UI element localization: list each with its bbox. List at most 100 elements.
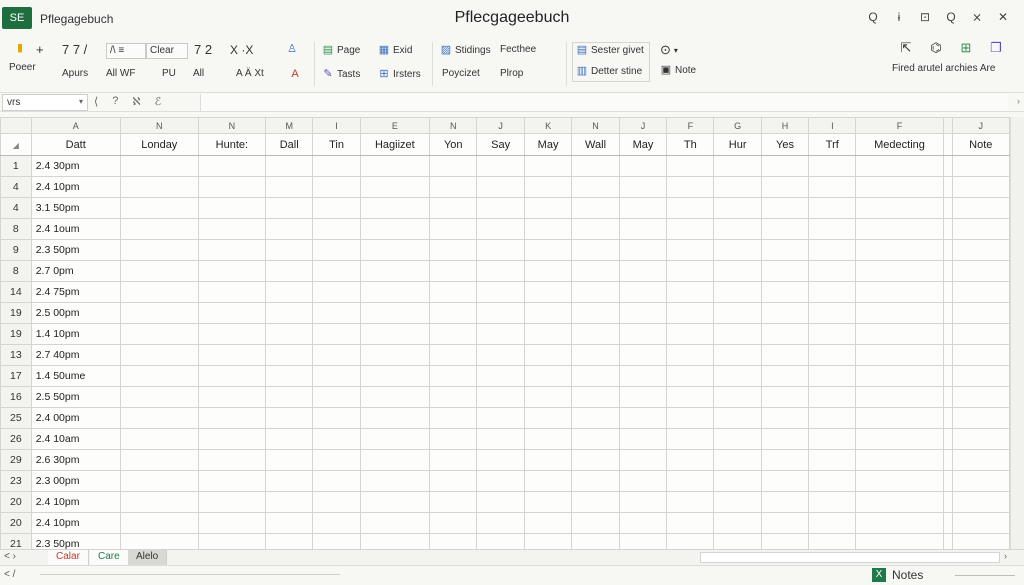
- cell[interactable]: [429, 449, 478, 471]
- cell[interactable]: [666, 218, 715, 240]
- cell[interactable]: [760, 323, 810, 345]
- cell[interactable]: [618, 323, 668, 345]
- cell[interactable]: [476, 197, 525, 219]
- cell[interactable]: [855, 302, 944, 324]
- cell[interactable]: [808, 176, 857, 198]
- cell[interactable]: [197, 218, 266, 240]
- cell[interactable]: [951, 218, 1010, 240]
- header-cell[interactable]: Yon: [429, 133, 478, 156]
- cell[interactable]: [264, 344, 314, 366]
- cell[interactable]: [942, 323, 953, 345]
- cell[interactable]: [713, 281, 762, 303]
- cell[interactable]: [476, 533, 525, 549]
- cell[interactable]: [808, 260, 857, 282]
- sester-givet-button[interactable]: ▤ Sester givet: [576, 44, 644, 56]
- cell[interactable]: [618, 386, 668, 408]
- font-color-icon[interactable]: A: [289, 68, 301, 80]
- cell[interactable]: [951, 470, 1010, 492]
- cell[interactable]: [523, 470, 573, 492]
- cell[interactable]: [942, 533, 953, 549]
- cell[interactable]: [359, 239, 431, 261]
- row-number[interactable]: 13: [0, 344, 32, 366]
- cell[interactable]: [197, 344, 266, 366]
- time-cell[interactable]: 2.4 10pm: [30, 512, 121, 534]
- cell[interactable]: [476, 323, 525, 345]
- chevron-down-icon[interactable]: ▾: [79, 97, 83, 106]
- cell[interactable]: [476, 491, 525, 513]
- cell[interactable]: [264, 155, 314, 177]
- cell[interactable]: [855, 533, 944, 549]
- header-cell[interactable]: May: [618, 133, 668, 156]
- cell[interactable]: [942, 365, 953, 387]
- cell[interactable]: [808, 302, 857, 324]
- cell[interactable]: [312, 386, 361, 408]
- cell[interactable]: [571, 428, 620, 450]
- cell[interactable]: [359, 260, 431, 282]
- tab-calar[interactable]: Calar: [48, 550, 89, 565]
- cell[interactable]: [312, 155, 361, 177]
- function-icon[interactable]: ℵ: [132, 95, 140, 108]
- exid-button[interactable]: ▦ Exid: [378, 44, 413, 56]
- cell[interactable]: [808, 323, 857, 345]
- cell[interactable]: [855, 365, 944, 387]
- cell[interactable]: [618, 197, 668, 219]
- formula-expand-icon[interactable]: ›: [1017, 96, 1020, 106]
- cell[interactable]: [119, 176, 199, 198]
- stidings-button[interactable]: ▨ Stidings: [440, 44, 491, 56]
- header-cell[interactable]: Trf: [808, 133, 857, 156]
- cell[interactable]: [119, 470, 199, 492]
- cell[interactable]: [359, 218, 431, 240]
- cell[interactable]: [359, 428, 431, 450]
- cell[interactable]: [571, 323, 620, 345]
- header-cell[interactable]: Say: [476, 133, 525, 156]
- cell[interactable]: [713, 218, 762, 240]
- cell[interactable]: [808, 365, 857, 387]
- cell[interactable]: [429, 512, 478, 534]
- cell[interactable]: [119, 281, 199, 303]
- cell[interactable]: [571, 218, 620, 240]
- cell[interactable]: [523, 302, 573, 324]
- column-letter[interactable]: G: [713, 117, 762, 134]
- cell[interactable]: [951, 344, 1010, 366]
- cell[interactable]: [942, 197, 953, 219]
- cell[interactable]: [808, 197, 857, 219]
- cell[interactable]: [760, 176, 810, 198]
- cell[interactable]: [760, 302, 810, 324]
- cell[interactable]: [359, 344, 431, 366]
- time-cell[interactable]: 1.4 50ume: [30, 365, 121, 387]
- column-letter[interactable]: A: [30, 117, 121, 134]
- row-number[interactable]: 19: [0, 323, 32, 345]
- cell[interactable]: [666, 512, 715, 534]
- cell[interactable]: [359, 449, 431, 471]
- select-all-corner[interactable]: [0, 117, 32, 134]
- cell[interactable]: [571, 365, 620, 387]
- time-cell[interactable]: 2.4 75pm: [30, 281, 121, 303]
- cell[interactable]: [666, 323, 715, 345]
- row-number[interactable]: 8: [0, 260, 32, 282]
- header-cell[interactable]: Yes: [760, 133, 810, 156]
- cell[interactable]: [855, 197, 944, 219]
- tab-care[interactable]: Care: [90, 550, 129, 565]
- share-icon[interactable]: ⇱: [898, 41, 914, 58]
- person-icon[interactable]: ♙: [286, 43, 298, 55]
- header-cell[interactable]: May: [523, 133, 573, 156]
- cell[interactable]: [429, 344, 478, 366]
- scroll-right-icon[interactable]: ›: [1004, 551, 1007, 561]
- cell[interactable]: [264, 533, 314, 549]
- cell[interactable]: [429, 239, 478, 261]
- cell[interactable]: [523, 260, 573, 282]
- cell[interactable]: [119, 260, 199, 282]
- cell[interactable]: [312, 344, 361, 366]
- cell[interactable]: [855, 428, 944, 450]
- column-letter[interactable]: F: [855, 117, 944, 134]
- format-marks[interactable]: A Ä Xt: [236, 68, 264, 79]
- cell[interactable]: [197, 239, 266, 261]
- cell[interactable]: [476, 155, 525, 177]
- cell[interactable]: [476, 449, 525, 471]
- cell[interactable]: [760, 197, 810, 219]
- cell[interactable]: [429, 365, 478, 387]
- cell[interactable]: [476, 176, 525, 198]
- cell[interactable]: [942, 260, 953, 282]
- cell[interactable]: [808, 470, 857, 492]
- cell[interactable]: [808, 344, 857, 366]
